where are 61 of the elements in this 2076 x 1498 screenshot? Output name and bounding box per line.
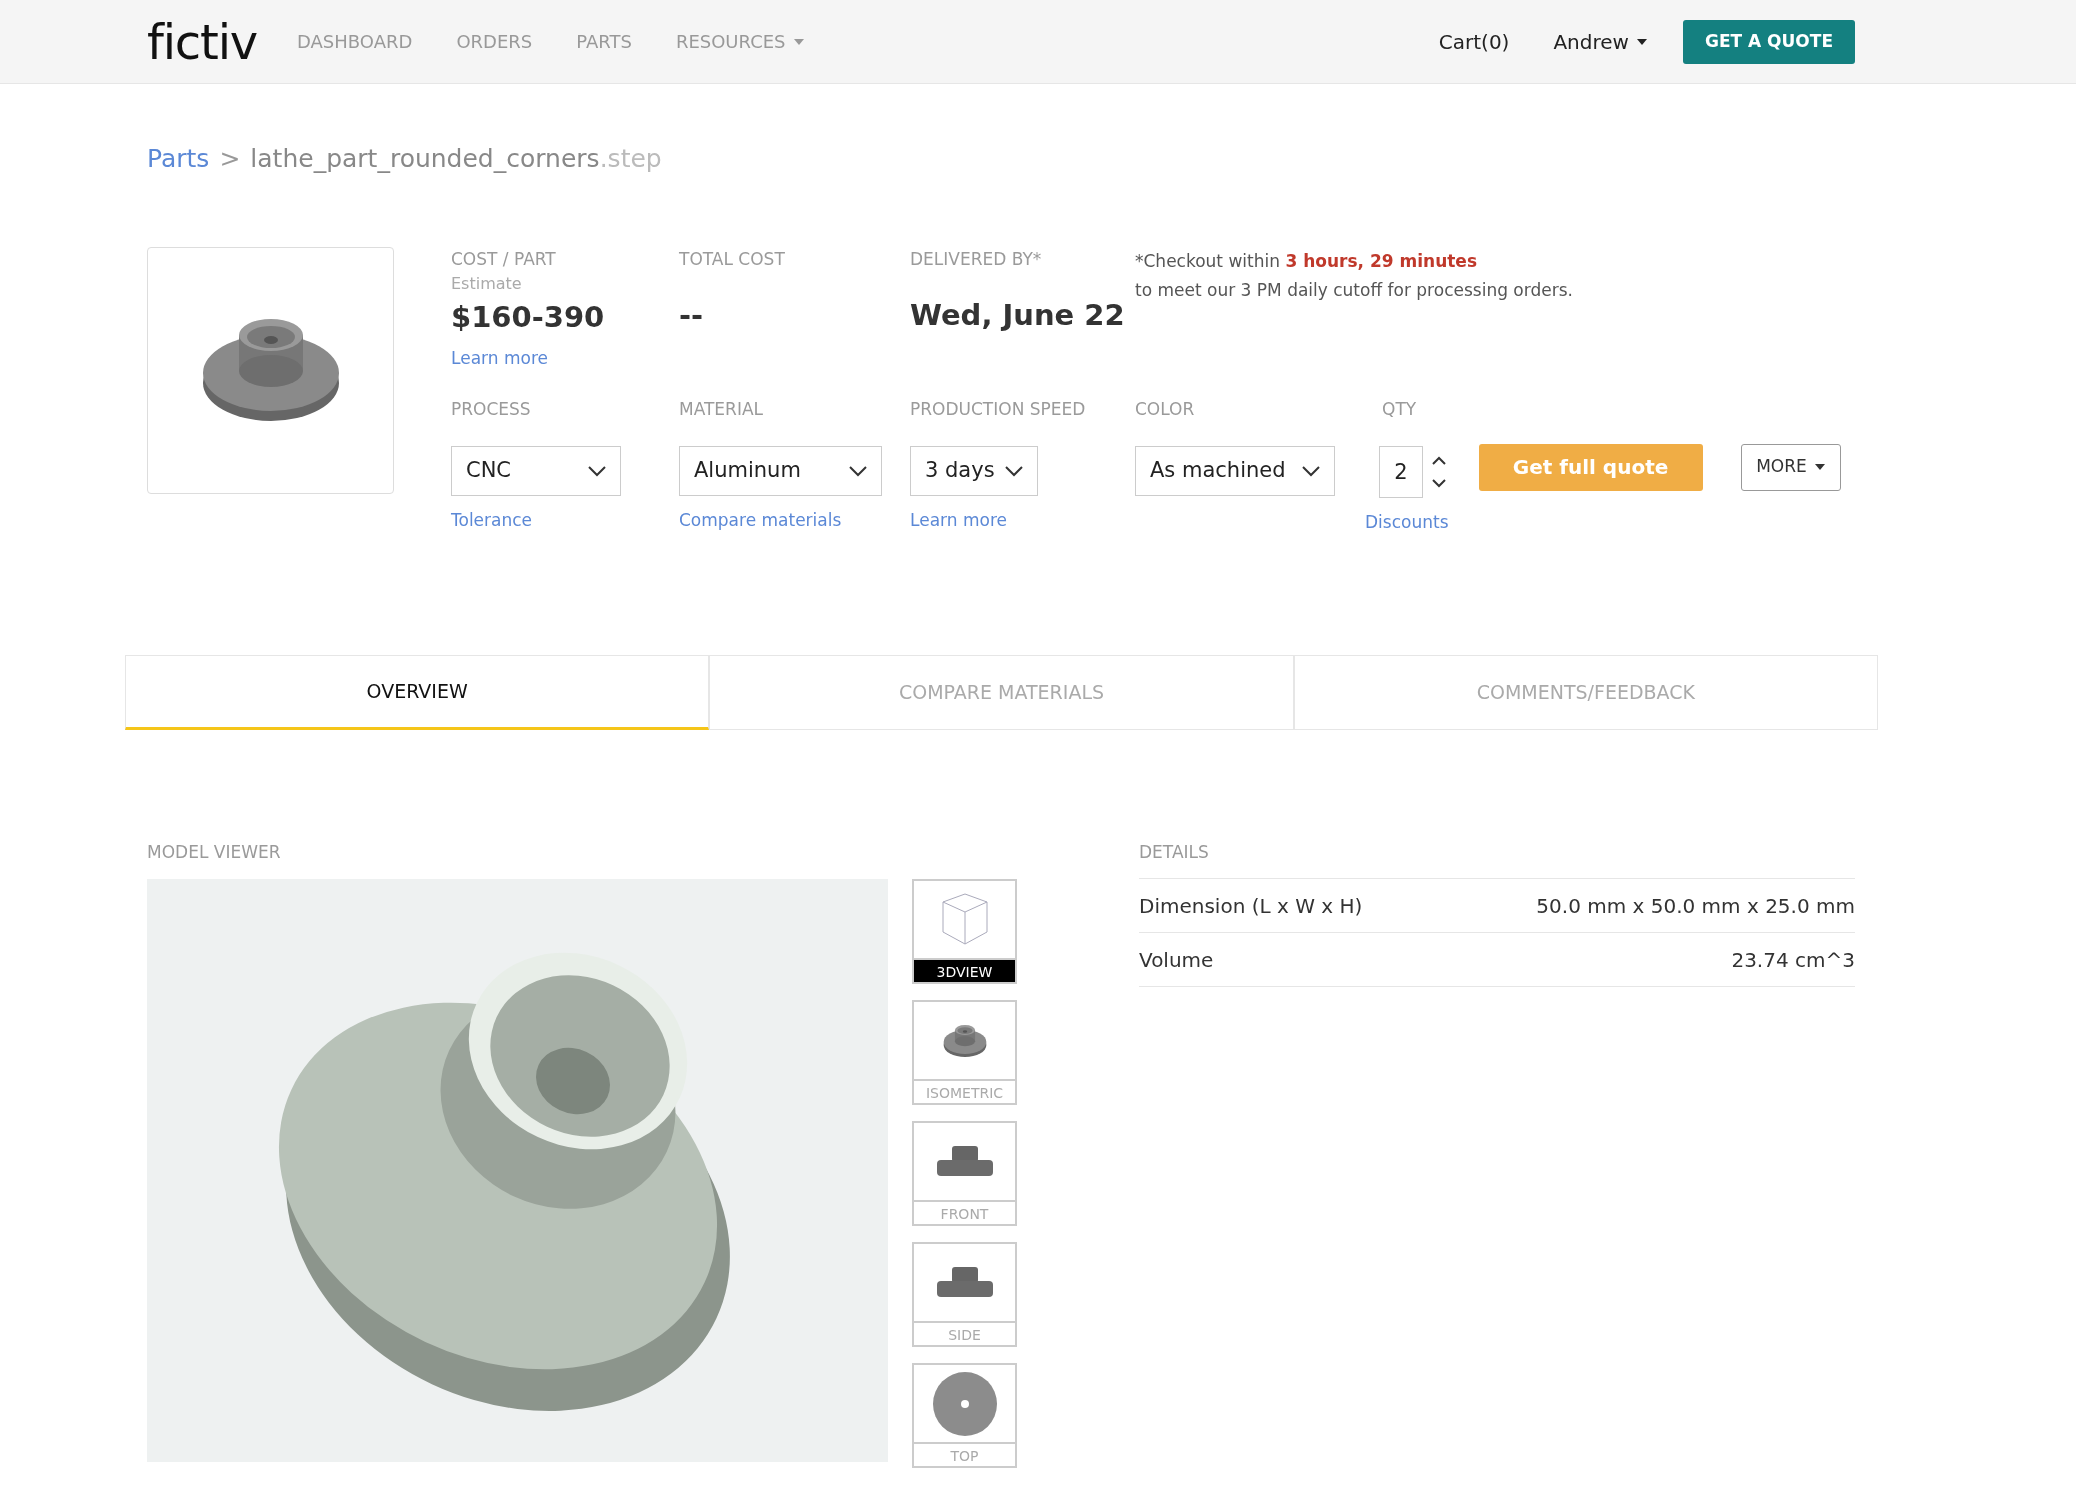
option-link[interactable]: Compare materials (679, 508, 910, 534)
caret-icon (1814, 464, 1825, 470)
option-label: PRODUCTION SPEED (910, 397, 1087, 421)
option-link[interactable]: Learn more (910, 508, 1135, 534)
breadcrumb-link[interactable]: Parts (147, 140, 210, 178)
view-option[interactable]: TOP (912, 1363, 1017, 1468)
option-label: COLOR (1135, 397, 1196, 421)
checkout-note: *Checkout within 3 hours, 29 minutes (1135, 249, 1478, 273)
nav-link[interactable]: DASHBOARD (297, 28, 413, 55)
stepper-icon[interactable] (1431, 456, 1447, 488)
estimate-label: Estimate (451, 273, 523, 295)
option-dropdown[interactable]: Aluminum (679, 446, 882, 496)
option-label: MATERIAL (679, 397, 765, 421)
qty-label: QTY (1382, 397, 1417, 421)
logo[interactable]: fictiv (147, 5, 257, 78)
detail-label: Volume (1139, 946, 1214, 974)
detail-value: 23.74 cm^3 (1731, 946, 1855, 974)
more-button[interactable]: MORE (1740, 443, 1841, 491)
user-menu[interactable]: Andrew (1553, 26, 1647, 57)
delivered-label: DELIVERED BY* (910, 247, 1043, 271)
section-title: DETAILS (1139, 840, 1210, 864)
view-option[interactable]: ISOMETRIC (912, 1000, 1017, 1105)
option-dropdown[interactable]: As machined (1135, 446, 1335, 496)
total-cost-value: -- (679, 297, 705, 334)
option-dropdown[interactable]: CNC (451, 446, 621, 496)
nav-link[interactable]: ORDERS (456, 28, 533, 55)
total-cost-label: TOTAL COST (679, 247, 786, 271)
option-dropdown[interactable]: 3 days (910, 446, 1038, 496)
learn-more-link[interactable]: Learn more (451, 345, 679, 371)
part-icon (942, 1022, 987, 1059)
chevron-down-icon (849, 465, 867, 477)
tab[interactable]: COMPARE MATERIALS (709, 654, 1294, 730)
caret-icon (793, 38, 804, 45)
view-option[interactable]: FRONT (912, 1121, 1017, 1226)
cost-label: COST / PART (451, 247, 557, 271)
detail-value: 50.0 mm x 50.0 mm x 25.0 mm (1536, 892, 1855, 920)
get-full-quote-button[interactable]: Get full quote (1478, 443, 1703, 491)
qty-field[interactable]: 2 (1379, 446, 1423, 498)
delivery-date: Wed, June 22 (910, 297, 1126, 334)
section-title: MODEL VIEWER (147, 840, 282, 864)
chevron-down-icon (1005, 465, 1023, 477)
caret-icon (1636, 38, 1647, 45)
file-name: lathe_part_rounded_corners.step (250, 143, 662, 175)
cost-value: $160-390 (451, 299, 606, 336)
view-option[interactable]: 3DVIEW (912, 879, 1017, 984)
detail-label: Dimension (L x W x H) (1139, 892, 1363, 920)
chevron-down-icon (588, 465, 606, 477)
cutoff-note: to meet our 3 PM daily cutoff for processing orders. (1135, 279, 1573, 302)
discounts-link[interactable]: Discounts (1365, 510, 1449, 536)
option-label: PROCESS (451, 397, 532, 421)
breadcrumb-separator: > (219, 143, 241, 175)
nav-link[interactable]: RESOURCES (675, 28, 804, 55)
view-option[interactable]: SIDE (912, 1242, 1017, 1347)
nav-link[interactable]: PARTS (576, 28, 632, 55)
option-link[interactable]: Tolerance (451, 508, 679, 534)
chevron-down-icon (1302, 465, 1320, 477)
tab[interactable]: OVERVIEW (125, 654, 710, 730)
get-quote-button[interactable]: GET A QUOTE (1682, 19, 1855, 64)
cart-link[interactable]: Cart(0) (1438, 26, 1510, 57)
part-top-icon (931, 1370, 998, 1437)
tab[interactable]: COMMENTS/FEEDBACK (1293, 654, 1878, 730)
